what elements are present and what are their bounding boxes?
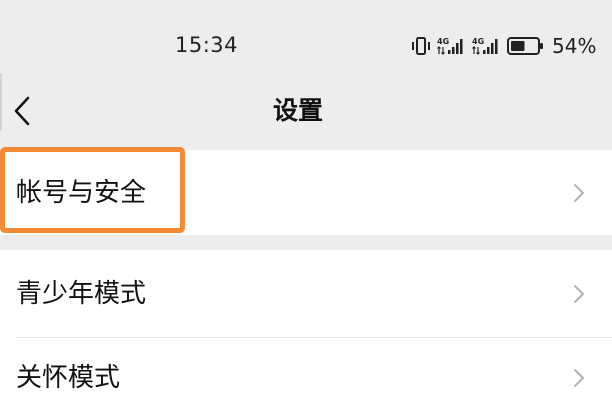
signal-icon: 4G: [472, 37, 498, 55]
network-type-label: 4G: [437, 37, 449, 46]
nav-bar: 设置: [0, 75, 612, 150]
chevron-right-icon: [574, 368, 584, 387]
settings-item-account-security[interactable]: 帐号与安全: [0, 150, 612, 235]
settings-group: 青少年模式 关怀模式: [0, 250, 612, 417]
settings-item-care-mode[interactable]: 关怀模式: [0, 338, 612, 417]
settings-screen: 15:34 4G 4G 54% 设置 帐号与安全 青少年模式 关怀模式: [0, 0, 612, 417]
vibrate-icon: [412, 37, 430, 55]
status-time: 15:34: [175, 33, 239, 57]
settings-item-label: 关怀模式: [16, 362, 121, 393]
network-type-label: 4G: [472, 37, 484, 46]
status-bar: 15:34 4G 4G 54%: [0, 0, 612, 75]
battery-icon: [507, 37, 543, 55]
settings-group: 帐号与安全: [0, 150, 612, 235]
settings-item-label: 青少年模式: [16, 278, 147, 309]
settings-item-teen-mode[interactable]: 青少年模式: [0, 250, 612, 337]
chevron-right-icon: [574, 183, 584, 202]
battery-fill: [511, 41, 525, 51]
status-icons: 4G 4G 54%: [410, 35, 596, 57]
settings-item-label: 帐号与安全: [16, 177, 147, 208]
chevron-right-icon: [574, 284, 584, 303]
page-title: 设置: [272, 96, 323, 125]
edge-indicator: [0, 73, 2, 131]
signal-icon: 4G: [437, 37, 463, 55]
battery-percentage: 54%: [552, 34, 597, 58]
